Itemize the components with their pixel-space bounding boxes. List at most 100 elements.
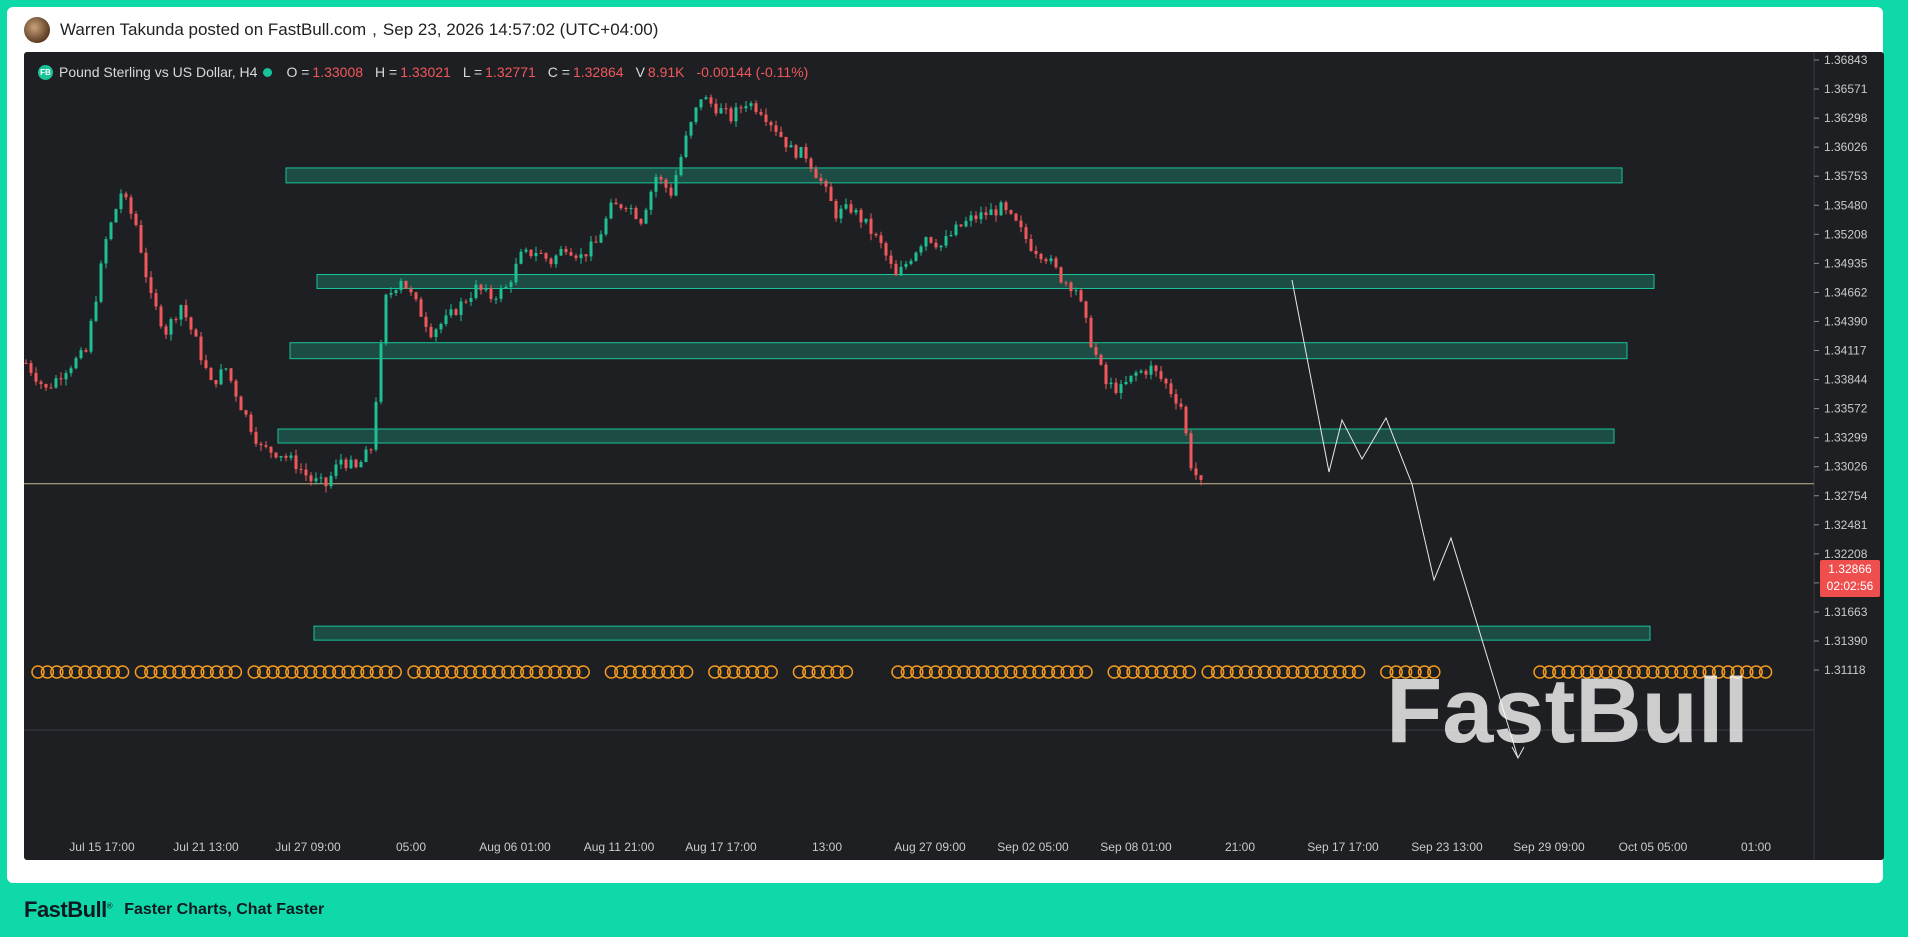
post-header: Warren Takunda posted on FastBull.com , … — [24, 16, 658, 44]
candle-body — [134, 213, 138, 226]
x-tick-label: Aug 27 09:00 — [894, 840, 966, 854]
calendar-event-icon — [1758, 665, 1773, 679]
candle-body — [919, 246, 923, 253]
y-tick-label: 1.33026 — [1824, 460, 1868, 474]
candle-body — [359, 462, 363, 468]
candle-body — [964, 220, 968, 227]
candle-body — [1129, 375, 1133, 382]
candle-body — [399, 280, 403, 291]
candle-body — [239, 396, 243, 411]
supply-demand-zone — [277, 428, 1615, 444]
candle-body — [764, 114, 768, 123]
candle-body — [539, 253, 543, 255]
candle-body — [754, 103, 758, 113]
low-value: 1.32771 — [485, 64, 536, 80]
candle-body — [1184, 406, 1188, 434]
candle-body — [1174, 394, 1178, 404]
candle-body — [634, 208, 638, 220]
candle-body — [249, 414, 253, 432]
candle-body — [344, 459, 348, 469]
close-label: C = — [547, 64, 570, 80]
chart-legend: FB Pound Sterling vs US Dollar, H4 O = 1… — [38, 62, 820, 82]
candle-body — [864, 218, 868, 223]
x-tick-label: Aug 06 01:00 — [479, 840, 551, 854]
x-tick-label: Sep 23 13:00 — [1411, 840, 1483, 854]
price-chart[interactable]: 1.36843 1.36571 1.36298 1.36026 1.35753 1.354… — [24, 52, 1884, 860]
candle-body — [574, 255, 578, 259]
candle-body — [994, 209, 998, 216]
candle-body — [289, 455, 293, 458]
candle-body — [1079, 290, 1083, 302]
candle-body — [759, 112, 763, 115]
y-tick-label: 1.32208 — [1824, 547, 1868, 561]
candle-body — [29, 363, 33, 373]
candle-body — [1004, 202, 1008, 211]
candle-body — [369, 449, 373, 451]
candle-body — [564, 249, 568, 253]
supply-demand-zone — [289, 342, 1628, 360]
calendar-event-icon — [1351, 665, 1366, 679]
candle-body — [104, 239, 108, 264]
high-label: H = — [375, 64, 398, 80]
supply-demand-zone — [316, 274, 1655, 290]
candle-body — [39, 381, 43, 385]
open-label: O = — [286, 64, 310, 80]
candle-body — [544, 253, 548, 259]
candle-body — [379, 343, 383, 402]
candle-body — [959, 224, 963, 227]
candle-body — [159, 306, 163, 327]
symbol-name[interactable]: Pound Sterling vs US Dollar, H4 — [59, 64, 257, 80]
close-value: 1.32864 — [572, 64, 624, 80]
candle-body — [149, 277, 153, 294]
candle-body — [549, 258, 553, 265]
candle-body — [224, 368, 228, 370]
candle-body — [1169, 383, 1173, 395]
candle-body — [859, 209, 863, 223]
y-tick-label: 1.34935 — [1824, 256, 1868, 270]
candle-body — [569, 252, 573, 256]
fastbull-badge-icon: FB — [38, 64, 53, 80]
candle-body — [884, 243, 888, 256]
candle-body — [889, 255, 893, 264]
candle-body — [774, 125, 778, 132]
candle-body — [79, 350, 83, 359]
x-tick-label: Jul 21 13:00 — [173, 840, 239, 854]
candle-body — [604, 218, 608, 235]
author-line[interactable]: Warren Takunda posted on FastBull.com — [60, 20, 366, 40]
candle-body — [479, 284, 483, 291]
candle-body — [154, 293, 158, 307]
candle-body — [1109, 382, 1113, 385]
candle-body — [484, 288, 488, 291]
candle-body — [179, 305, 183, 320]
candle-body — [1069, 282, 1073, 292]
candle-body — [869, 218, 873, 234]
candle-body — [629, 208, 633, 210]
footer-logo[interactable]: FastBull® — [24, 897, 113, 923]
candle-body — [329, 475, 333, 487]
candle-body — [174, 319, 178, 321]
candle-body — [789, 145, 793, 148]
y-tick-label: 1.34662 — [1824, 285, 1868, 299]
candle-body — [809, 158, 813, 169]
candle-body — [494, 298, 498, 300]
x-tick-label: Sep 08 01:00 — [1100, 840, 1172, 854]
candle-body — [849, 204, 853, 213]
author-avatar[interactable] — [24, 17, 50, 43]
footer-tagline: Faster Charts, Chat Faster — [124, 901, 325, 918]
candle-body — [704, 97, 708, 100]
candle-body — [1119, 384, 1123, 393]
candle-body — [509, 282, 513, 287]
candle-body — [1049, 258, 1053, 262]
candle-body — [24, 362, 28, 364]
candle-body — [294, 455, 298, 470]
candle-body — [699, 99, 703, 108]
candle-body — [109, 222, 113, 240]
candle-body — [429, 326, 433, 338]
candle-body — [1114, 382, 1118, 393]
candle-body — [894, 263, 898, 276]
change-value: -0.00144 (-0.11%) — [696, 64, 809, 80]
chart-canvas[interactable]: 1.36843 1.36571 1.36298 1.36026 1.35753 1.354… — [24, 52, 1884, 860]
candle-body — [1019, 220, 1023, 228]
candle-body — [214, 380, 218, 385]
candle-body — [554, 255, 558, 265]
